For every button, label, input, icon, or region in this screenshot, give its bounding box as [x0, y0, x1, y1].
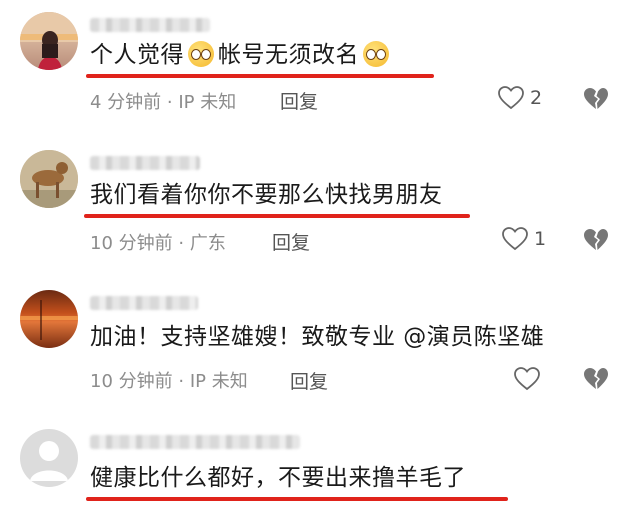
heart-outline-icon — [498, 86, 524, 110]
avatar[interactable] — [20, 290, 78, 348]
comment-text: 个人觉得 帐号无须改名 — [90, 40, 393, 70]
comment-item: 健康比什么都好，不要出来撸羊毛了 — [0, 405, 640, 519]
red-underline — [86, 74, 434, 78]
comment-item: 个人觉得 帐号无须改名 4 分钟前 · IP 未知 回复 2 — [0, 0, 640, 130]
pleading-face-emoji — [188, 41, 214, 67]
pleading-face-emoji — [363, 41, 389, 67]
comment-time: 10 分钟前 — [90, 233, 173, 254]
comment-item: 我们看着你你不要那么快找男朋友 10 分钟前 · 广东 回复 1 — [0, 130, 640, 270]
comment-time: 4 分钟前 — [90, 92, 162, 113]
like-button[interactable]: 1 — [502, 227, 546, 251]
avatar[interactable] — [20, 150, 78, 208]
username-blurred — [90, 435, 300, 449]
comment-text: 健康比什么都好，不要出来撸羊毛了 — [90, 465, 466, 491]
reply-button[interactable]: 回复 — [272, 228, 310, 255]
red-underline — [84, 214, 470, 218]
comment-location: · IP 未知 — [178, 371, 248, 392]
comment-time: 10 分钟前 — [90, 371, 173, 392]
red-underline — [86, 497, 508, 501]
comment-text: 加油！支持坚雄嫂！致敬专业 @演员陈坚雄 — [90, 324, 545, 350]
username-blurred — [90, 296, 198, 310]
comment-location: · 广东 — [178, 233, 226, 254]
comment-item: 加油！支持坚雄嫂！致敬专业 @演员陈坚雄 10 分钟前 · IP 未知 回复 — [0, 270, 640, 405]
broken-heart-icon[interactable] — [583, 87, 609, 111]
reply-button[interactable]: 回复 — [290, 367, 328, 394]
comment-meta: 4 分钟前 · IP 未知 — [90, 88, 236, 114]
comment-text: 我们看着你你不要那么快找男朋友 — [90, 182, 443, 208]
comment-text-part: 帐号无须改名 — [218, 42, 359, 68]
comment-meta: 10 分钟前 · IP 未知 — [90, 367, 248, 393]
broken-heart-icon[interactable] — [583, 228, 609, 252]
comment-location: · IP 未知 — [166, 92, 237, 113]
heart-outline-icon — [502, 227, 528, 251]
username-blurred — [90, 18, 210, 32]
like-count: 2 — [530, 87, 543, 109]
like-button[interactable] — [514, 367, 546, 391]
like-button[interactable]: 2 — [498, 86, 542, 110]
heart-outline-icon — [514, 367, 540, 391]
comment-text-part: 个人觉得 — [90, 42, 184, 68]
reply-button[interactable]: 回复 — [280, 87, 318, 114]
avatar[interactable] — [20, 12, 78, 70]
broken-heart-icon[interactable] — [583, 367, 609, 391]
default-avatar-icon[interactable] — [20, 429, 78, 487]
username-blurred — [90, 156, 200, 170]
comment-meta: 10 分钟前 · 广东 — [90, 229, 226, 255]
like-count: 1 — [534, 228, 547, 250]
